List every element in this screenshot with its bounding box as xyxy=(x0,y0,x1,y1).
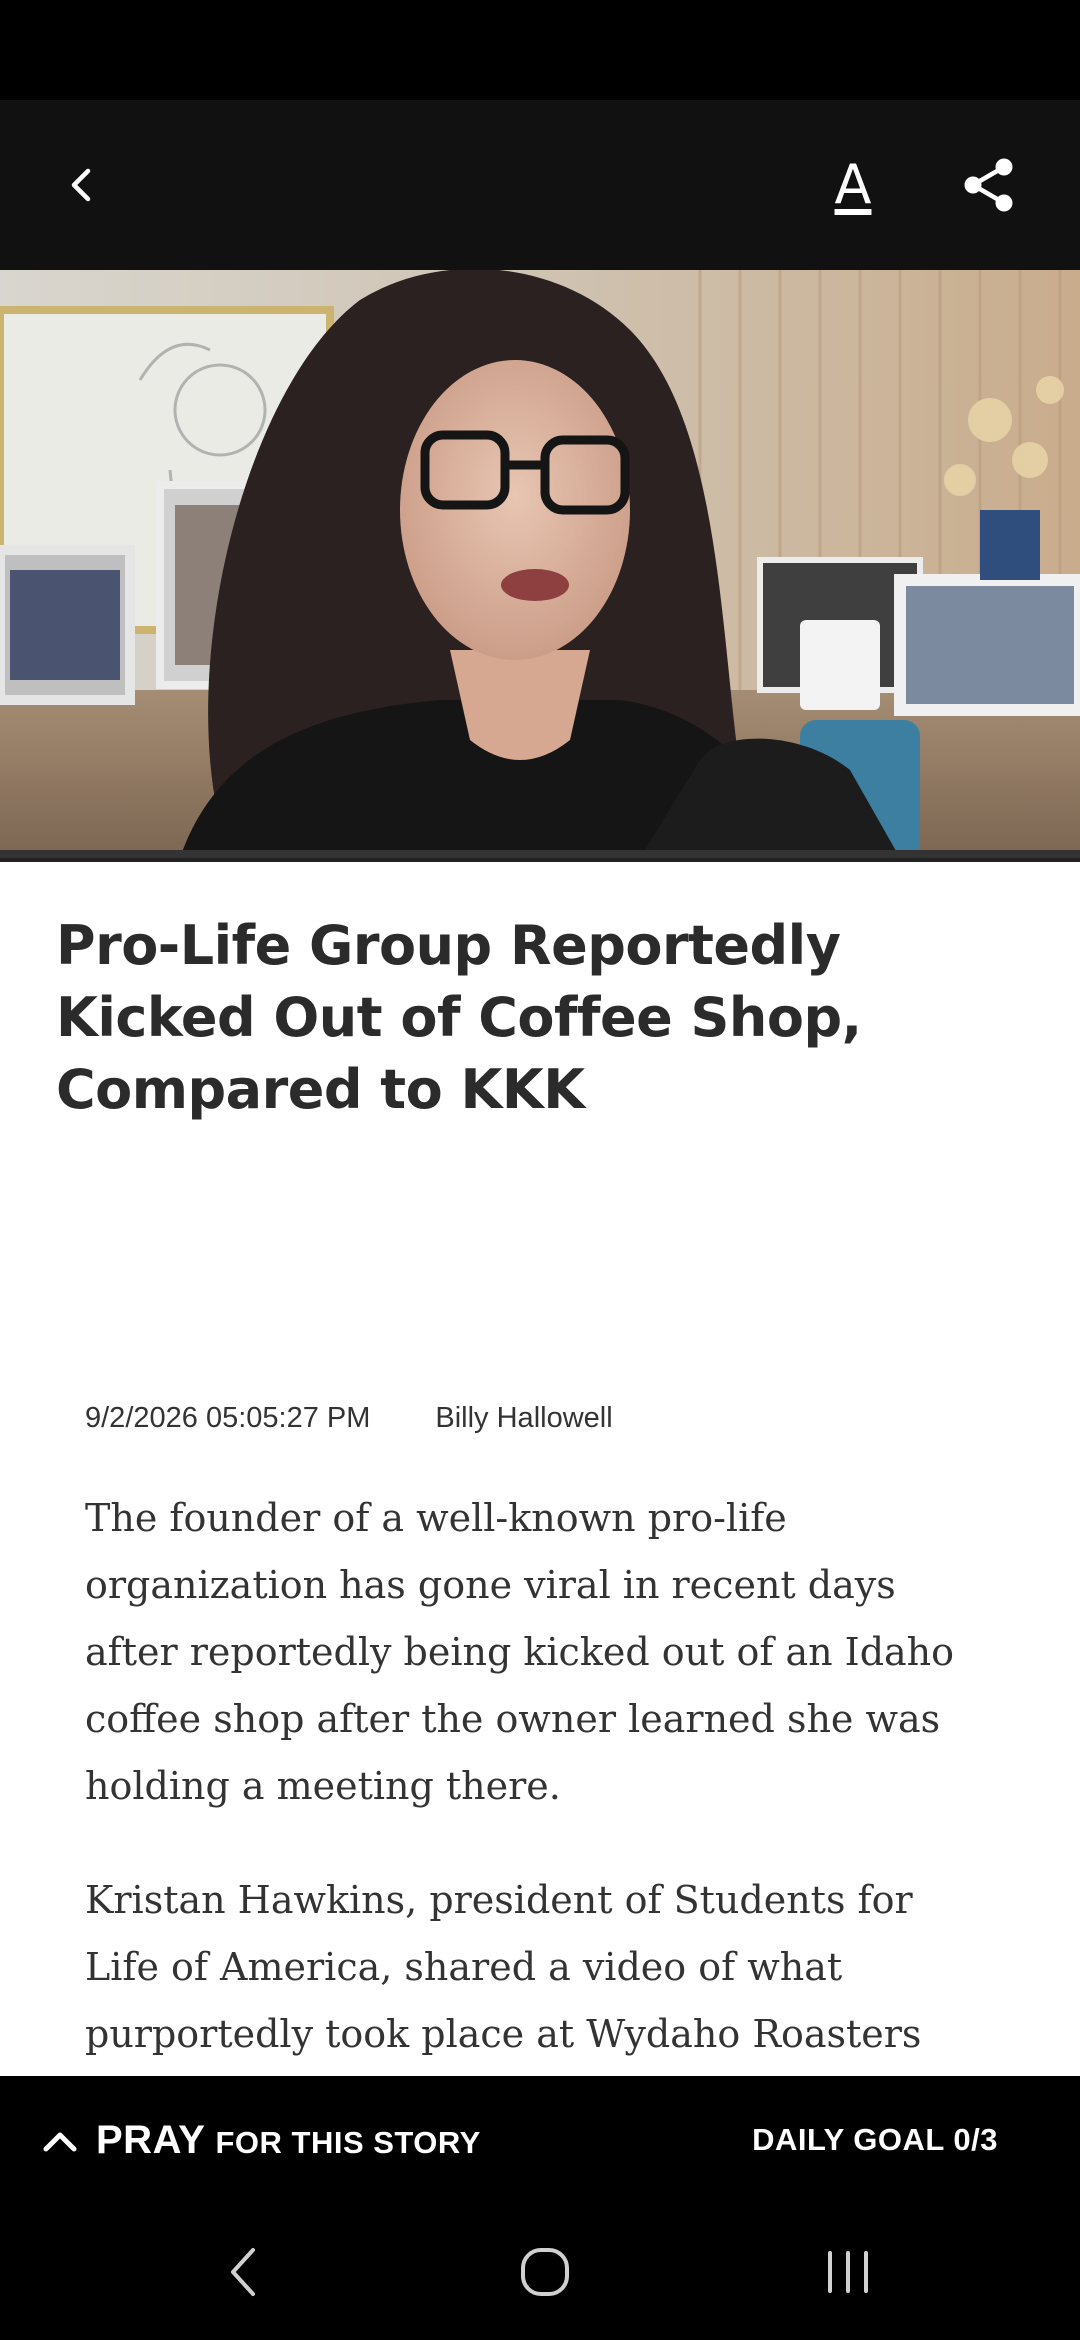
article-title: Pro-Life Group Reportedly Kicked Out of … xyxy=(56,914,862,1121)
pray-label: PRAY xyxy=(96,2117,206,2162)
nav-back-button[interactable] xyxy=(163,2204,323,2340)
screen: A Pro-Life Group Reportedly Kicked Out o… xyxy=(0,0,1080,2340)
pray-bar: PRAY FOR THIS STORY DAILY GOAL 0/3 xyxy=(0,2076,1080,2204)
article-paragraph: Kristan Hawkins, president of Students f… xyxy=(85,1878,922,2056)
back-button[interactable] xyxy=(22,100,142,270)
nav-home-button[interactable] xyxy=(465,2204,625,2340)
text-size-icon: A xyxy=(835,158,872,212)
text-size-glyph: A xyxy=(834,153,872,216)
back-icon xyxy=(71,168,91,202)
article-date: 9/2/2026 05:05:27 PM xyxy=(85,1402,371,1434)
share-button[interactable] xyxy=(929,100,1049,270)
text-size-button[interactable]: A xyxy=(793,100,913,270)
article-body: The founder of a well-known pro-life org… xyxy=(85,1485,985,2115)
system-nav-bar xyxy=(0,2204,1080,2340)
nav-home-icon xyxy=(521,2248,569,2296)
nav-recents-button[interactable] xyxy=(768,2204,928,2340)
hero-image xyxy=(0,270,1080,862)
nav-recents-icon xyxy=(828,2251,868,2293)
pray-sublabel: FOR THIS STORY xyxy=(215,2125,481,2160)
nav-back-icon xyxy=(231,2248,255,2296)
pray-for-story-button[interactable]: PRAY FOR THIS STORY xyxy=(42,2076,481,2204)
chevron-up-icon xyxy=(43,2132,77,2152)
article-meta: 9/2/2026 05:05:27 PM Billy Hallowell xyxy=(85,1402,613,1435)
share-icon xyxy=(964,158,1013,212)
daily-goal[interactable]: DAILY GOAL 0/3 xyxy=(752,2076,998,2204)
hero-photo xyxy=(0,270,1080,858)
article-paragraph: The founder of a well-known pro-life org… xyxy=(85,1496,955,1808)
status-bar xyxy=(0,0,1080,100)
article-author[interactable]: Billy Hallowell xyxy=(435,1402,612,1435)
app-bar: A xyxy=(0,100,1080,270)
